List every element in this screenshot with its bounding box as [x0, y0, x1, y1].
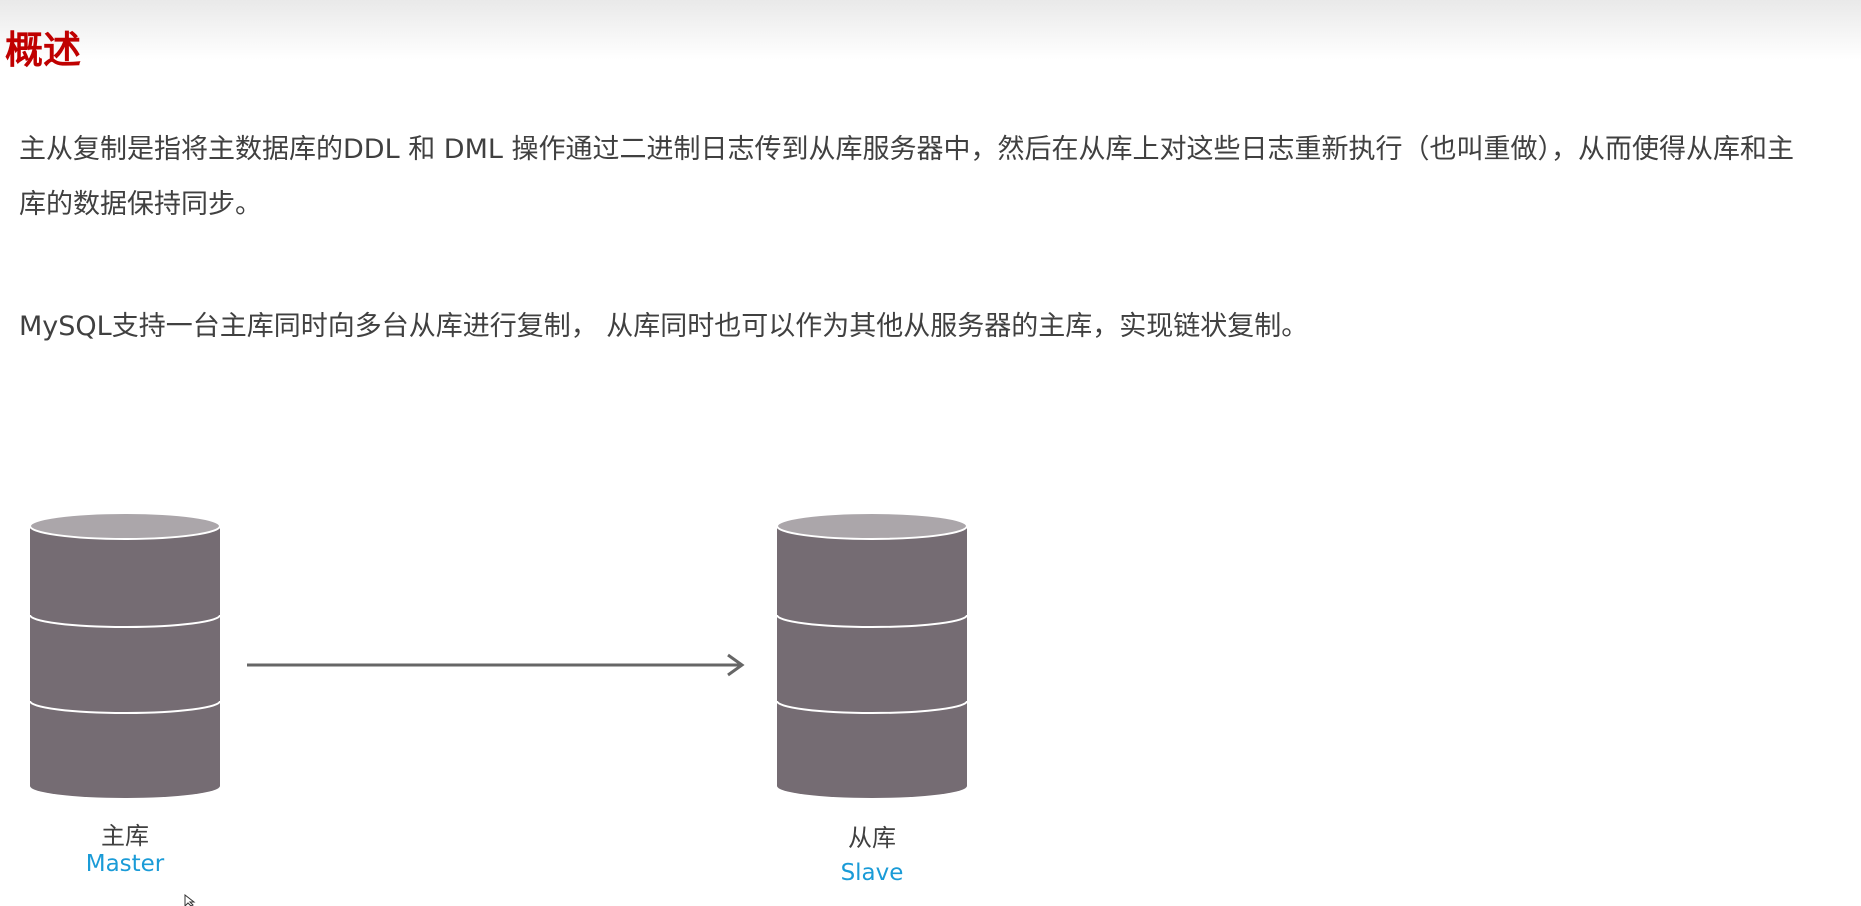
slave-database-icon	[776, 512, 968, 798]
slave-label: 从库	[848, 824, 896, 852]
slide-title: 概述	[5, 28, 82, 72]
master-sublabel: Master	[85, 851, 165, 877]
slave-sublabel: Slave	[840, 860, 904, 886]
intro-paragraph: 主从复制是指将主数据库的DDL 和 DML 操作通过二进制日志传到从库服务器中，…	[19, 134, 1794, 220]
chain-replication-paragraph: MySQL支持一台主库同时向多台从库进行复制， 从库同时也可以作为其他从服务器的…	[19, 311, 1309, 342]
master-database-icon	[29, 512, 221, 798]
mouse-cursor-icon	[184, 894, 196, 906]
master-label: 主库	[101, 822, 149, 850]
arrow-right-icon	[247, 653, 745, 677]
header-band	[0, 0, 1861, 60]
